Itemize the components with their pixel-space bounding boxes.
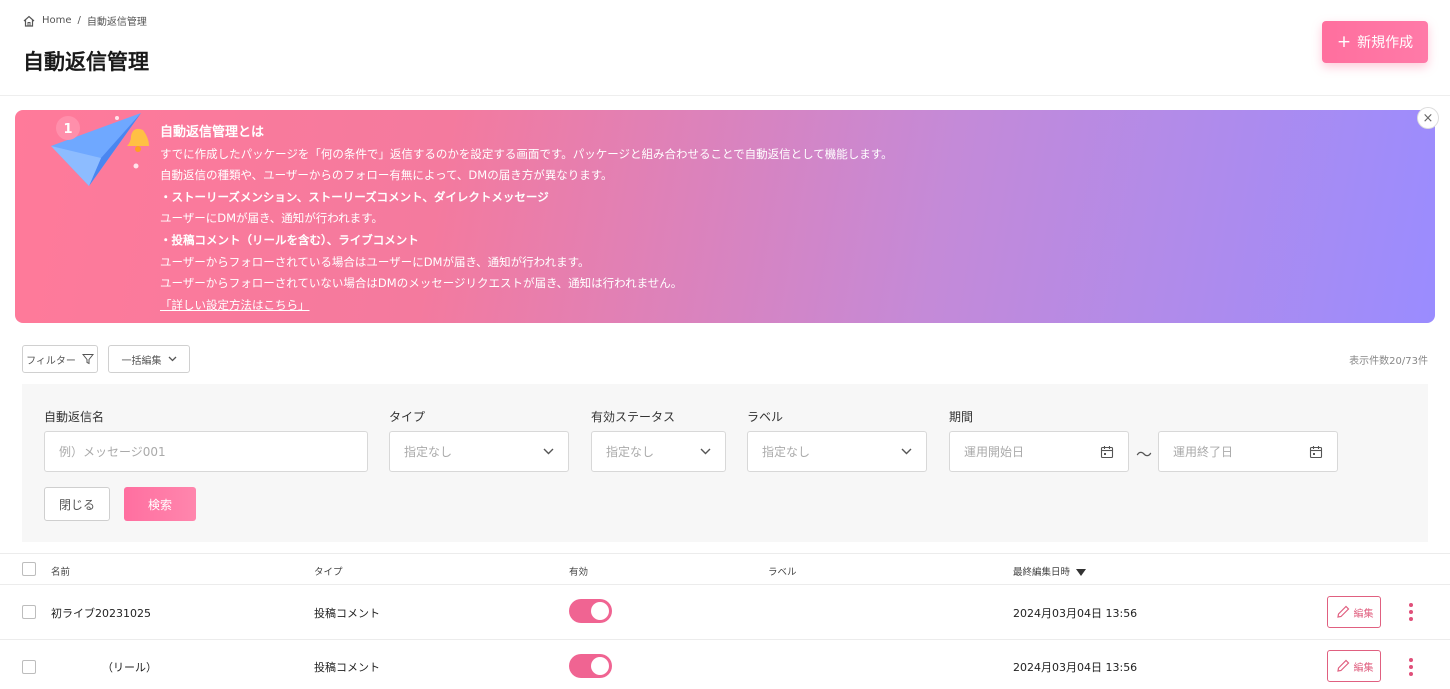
header-label[interactable]: ラベル (768, 564, 797, 578)
active-toggle[interactable] (569, 654, 612, 678)
new-create-label: 新規作成 (1357, 35, 1414, 51)
type-filter-select[interactable]: 指定なし (389, 431, 569, 472)
banner-section1-text: ユーザーにDMが届き、通知が行われます。 (160, 211, 384, 226)
sort-desc-icon[interactable] (1076, 569, 1087, 576)
paper-plane-icon: 1 (51, 113, 149, 186)
row-type: 投稿コメント (314, 661, 380, 674)
result-count: 表示件数20/73件 (1349, 356, 1428, 367)
page-title: 自動返信管理 (23, 50, 149, 74)
banner-text: 自動返信管理とは すでに作成したパッケージを「何の条件で」返信するのかを設定する… (160, 122, 893, 316)
badge-number: 1 (63, 122, 72, 137)
home-icon[interactable] (22, 14, 36, 28)
banner-line-2: 自動返信の種類や、ユーザーからのフォロー有無によって、DMの届き方が異なります。 (160, 168, 613, 183)
banner-help-link[interactable]: 「詳しい設定方法はこちら」 (160, 295, 893, 317)
period-filter-label: 期間 (949, 410, 974, 424)
name-filter-placeholder: 例）メッセージ001 (59, 445, 166, 459)
toggle-knob (591, 602, 609, 620)
chevron-down-icon (700, 448, 711, 455)
banner-section2-line-2: ユーザーからフォローされていない場合はDMのメッセージリクエストが届き、通知は行… (160, 276, 683, 291)
bulk-edit-button[interactable]: 一括編集 (108, 345, 190, 373)
type-filter-value: 指定なし (404, 445, 453, 459)
select-all-checkbox[interactable] (22, 562, 36, 576)
toggle-knob (591, 657, 609, 675)
banner-close-button[interactable]: × (1417, 107, 1439, 129)
close-filter-button[interactable]: 閉じる (44, 487, 110, 521)
breadcrumb-current: 自動返信管理 (86, 17, 147, 28)
end-date-placeholder: 運用終了日 (1173, 445, 1234, 459)
search-button[interactable]: 検索 (124, 487, 196, 521)
close-icon: × (1422, 110, 1434, 126)
chevron-down-icon (901, 448, 912, 455)
banner-section2-line-1: ユーザーからフォローされている場合はユーザーにDMが届き、通知が行われます。 (160, 254, 590, 269)
header-type[interactable]: タイプ (314, 564, 343, 578)
plus-icon: + (1336, 32, 1352, 52)
row-updated: 2024月03月04日 13:56 (1013, 607, 1138, 620)
pencil-icon (1336, 659, 1349, 672)
header-name[interactable]: 名前 (51, 564, 70, 578)
header-updated[interactable]: 最終編集日時 (1013, 564, 1087, 578)
edit-button[interactable]: 編集 (1327, 596, 1381, 628)
breadcrumb: Home / 自動返信管理 (22, 13, 147, 28)
type-filter-label: タイプ (389, 410, 426, 424)
start-date-input[interactable]: 運用開始日 (949, 431, 1129, 472)
table-header-divider (0, 584, 1450, 585)
chevron-down-icon (168, 356, 176, 362)
name-filter-label: 自動返信名 (44, 410, 105, 424)
breadcrumb-separator: / (77, 15, 81, 26)
status-filter-value: 指定なし (606, 445, 655, 459)
label-filter-value: 指定なし (762, 445, 811, 459)
header-updated-label: 最終編集日時 (1013, 567, 1071, 578)
filter-button[interactable]: フィルター (22, 345, 98, 373)
end-date-input[interactable]: 運用終了日 (1158, 431, 1338, 472)
header-divider (0, 95, 1450, 96)
header-active[interactable]: 有効 (569, 564, 588, 578)
filter-label: フィルター (26, 355, 76, 367)
filter-icon (81, 354, 94, 365)
row-name[interactable]: 初ライブ20231025 (51, 605, 151, 621)
label-filter-select[interactable]: 指定なし (747, 431, 927, 472)
pencil-icon (1336, 605, 1349, 618)
breadcrumb-home[interactable]: Home (42, 15, 72, 26)
row-updated: 2024月03月04日 13:56 (1013, 661, 1138, 674)
row-checkbox[interactable] (22, 605, 36, 619)
calendar-icon[interactable] (1309, 445, 1323, 459)
banner-line-1: すでに作成したパッケージを「何の条件で」返信するのかを設定する画面です。パッケー… (160, 146, 893, 161)
filter-panel: 自動返信名 例）メッセージ001 タイプ 指定なし 有効ステータス 指定なし ラ… (22, 384, 1428, 542)
row-type: 投稿コメント (314, 607, 380, 620)
calendar-icon[interactable] (1100, 445, 1114, 459)
banner-title: 自動返信管理とは (160, 125, 265, 140)
status-filter-label: 有効ステータス (591, 410, 676, 424)
more-options-icon[interactable] (1402, 656, 1420, 678)
info-banner: 1 自動返信管理とは すでに作成したパッケージを「何の条件で」返信するのかを設定… (15, 110, 1435, 323)
label-filter-label: ラベル (747, 410, 784, 424)
edit-button[interactable]: 編集 (1327, 650, 1381, 682)
table-top-divider (0, 553, 1450, 554)
status-filter-select[interactable]: 指定なし (591, 431, 726, 472)
name-filter-input[interactable]: 例）メッセージ001 (44, 431, 368, 472)
active-toggle[interactable] (569, 599, 612, 623)
edit-label: 編集 (1353, 608, 1374, 620)
date-range-separator: 〜 (1136, 445, 1153, 464)
new-create-button[interactable]: + 新規作成 (1322, 21, 1428, 63)
row-checkbox[interactable] (22, 660, 36, 674)
row-divider (0, 639, 1450, 640)
start-date-placeholder: 運用開始日 (964, 445, 1025, 459)
more-options-icon[interactable] (1402, 601, 1420, 623)
banner-section1-title: ・ストーリーズメンション、ストーリーズコメント、ダイレクトメッセージ (160, 189, 549, 204)
banner-section2-title: ・投稿コメント（リールを含む）、ライブコメント (160, 232, 419, 247)
bulk-edit-label: 一括編集 (121, 355, 162, 367)
edit-label: 編集 (1353, 662, 1374, 674)
row-name[interactable]: （リール） (102, 659, 157, 675)
chevron-down-icon (543, 448, 554, 455)
